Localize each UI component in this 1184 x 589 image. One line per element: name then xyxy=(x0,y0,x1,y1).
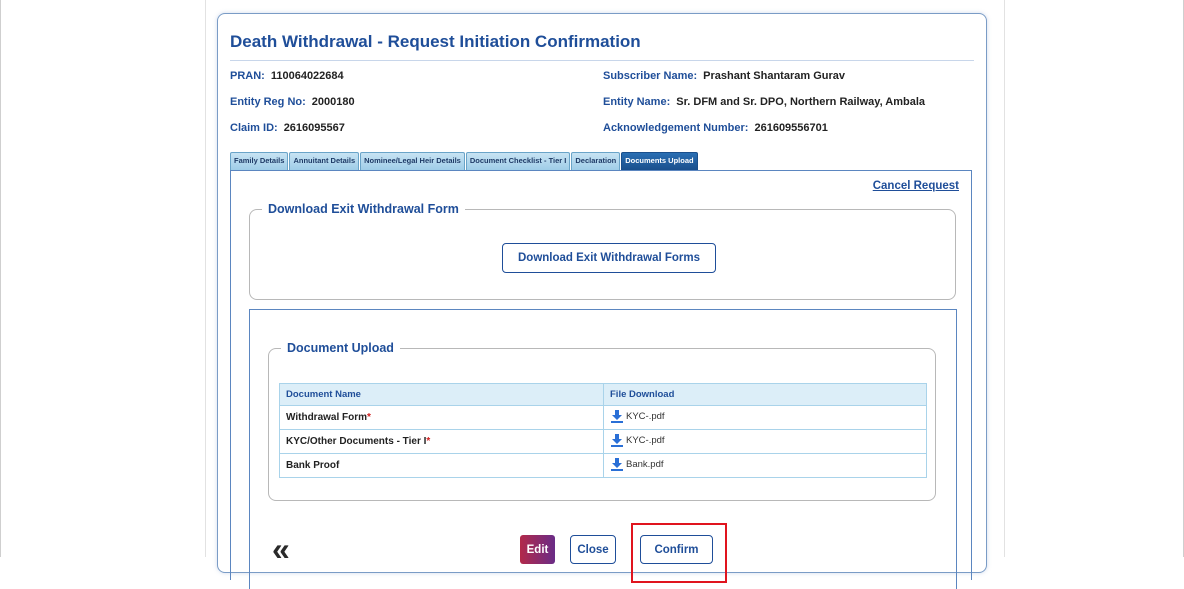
entity-name-value: Sr. DFM and Sr. DPO, Northern Railway, A… xyxy=(676,96,926,108)
tab-declaration[interactable]: Declaration xyxy=(571,152,621,170)
pran-value: 110064022684 xyxy=(270,70,344,82)
table-row: Withdrawal Form* KYC-.pdf xyxy=(279,405,927,430)
file-download-link[interactable]: KYC-.pdf xyxy=(610,433,665,447)
tab-document-checklist[interactable]: Document Checklist - Tier I xyxy=(465,152,571,170)
document-name-cell: Withdrawal Form* xyxy=(279,405,604,430)
tab-annuitant-details[interactable]: Annuitant Details xyxy=(289,152,360,170)
ack-value: 261609556701 xyxy=(754,122,828,134)
file-download-cell: Bank.pdf xyxy=(603,453,927,478)
file-download-link[interactable]: KYC-.pdf xyxy=(610,409,665,423)
document-name: KYC/Other Documents - Tier I xyxy=(286,436,427,447)
pran-info: PRAN: 110064022684 xyxy=(230,70,344,82)
title-divider xyxy=(230,60,974,61)
back-chevron-icon[interactable]: « xyxy=(272,533,290,565)
download-icon xyxy=(611,458,623,471)
subscriber-value: Prashant Shantaram Gurav xyxy=(703,70,845,82)
download-icon xyxy=(611,410,623,423)
claim-label: Claim ID: xyxy=(230,122,278,134)
document-name-cell: Bank Proof xyxy=(279,453,604,478)
file-name: KYC-.pdf xyxy=(626,410,665,422)
page-title: Death Withdrawal - Request Initiation Co… xyxy=(230,32,641,51)
document-name-cell: KYC/Other Documents - Tier I* xyxy=(279,429,604,454)
file-download-link[interactable]: Bank.pdf xyxy=(610,457,664,471)
close-button[interactable]: Close xyxy=(570,535,616,564)
documents-upload-panel: Cancel Request Download Exit Withdrawal … xyxy=(230,170,972,589)
required-marker: * xyxy=(367,412,371,423)
download-icon xyxy=(611,434,623,447)
file-name: Bank.pdf xyxy=(626,458,664,470)
entity-reg-value: 2000180 xyxy=(311,96,355,108)
entity-reg-info: Entity Reg No: 2000180 xyxy=(230,96,355,108)
confirm-button[interactable]: Confirm xyxy=(640,535,713,564)
download-form-section: Download Exit Withdrawal Form Download E… xyxy=(249,202,956,300)
ack-label: Acknowledgement Number: xyxy=(603,122,749,134)
pran-label: PRAN: xyxy=(230,70,265,82)
document-name: Bank Proof xyxy=(286,460,340,471)
ack-info: Acknowledgement Number: 261609556701 xyxy=(603,122,828,134)
column-header-file-download: File Download xyxy=(603,383,927,406)
claim-info: Claim ID: 2616095567 xyxy=(230,122,345,134)
upload-section-legend: Document Upload xyxy=(287,341,394,355)
documents-table: Document Name File Download Withdrawal F… xyxy=(279,383,927,478)
download-exit-forms-button[interactable]: Download Exit Withdrawal Forms xyxy=(502,243,716,273)
table-header-row: Document Name File Download xyxy=(279,383,927,406)
confirmation-card: Death Withdrawal - Request Initiation Co… xyxy=(217,13,987,589)
table-row: Bank Proof Bank.pdf xyxy=(279,453,927,478)
file-download-cell: KYC-.pdf xyxy=(603,429,927,454)
tab-nominee-details[interactable]: Nominee/Legal Heir Details xyxy=(360,152,465,170)
subscriber-label: Subscriber Name: xyxy=(603,70,698,82)
tab-bar: Family Details Annuitant Details Nominee… xyxy=(230,152,698,170)
tab-family-details[interactable]: Family Details xyxy=(230,152,289,170)
table-row: KYC/Other Documents - Tier I* KYC-.pdf xyxy=(279,429,927,454)
required-marker: * xyxy=(426,436,431,447)
cancel-request-link[interactable]: Cancel Request xyxy=(873,180,959,192)
tab-documents-upload[interactable]: Documents Upload xyxy=(621,152,698,170)
subscriber-info: Subscriber Name: Prashant Shantaram Gurav xyxy=(603,70,845,82)
entity-reg-label: Entity Reg No: xyxy=(230,96,306,108)
claim-value: 2616095567 xyxy=(283,122,345,134)
entity-name-info: Entity Name: Sr. DFM and Sr. DPO, Norther… xyxy=(603,96,925,108)
document-name: Withdrawal Form xyxy=(286,412,368,423)
file-name: KYC-.pdf xyxy=(626,434,665,446)
edit-button[interactable]: Edit xyxy=(520,535,555,564)
entity-name-label: Entity Name: xyxy=(603,96,671,108)
document-upload-section: Document Upload Document Name File Downl… xyxy=(268,341,936,501)
file-download-cell: KYC-.pdf xyxy=(603,405,927,430)
download-section-legend: Download Exit Withdrawal Form xyxy=(268,202,459,216)
column-header-document-name: Document Name xyxy=(279,383,604,406)
